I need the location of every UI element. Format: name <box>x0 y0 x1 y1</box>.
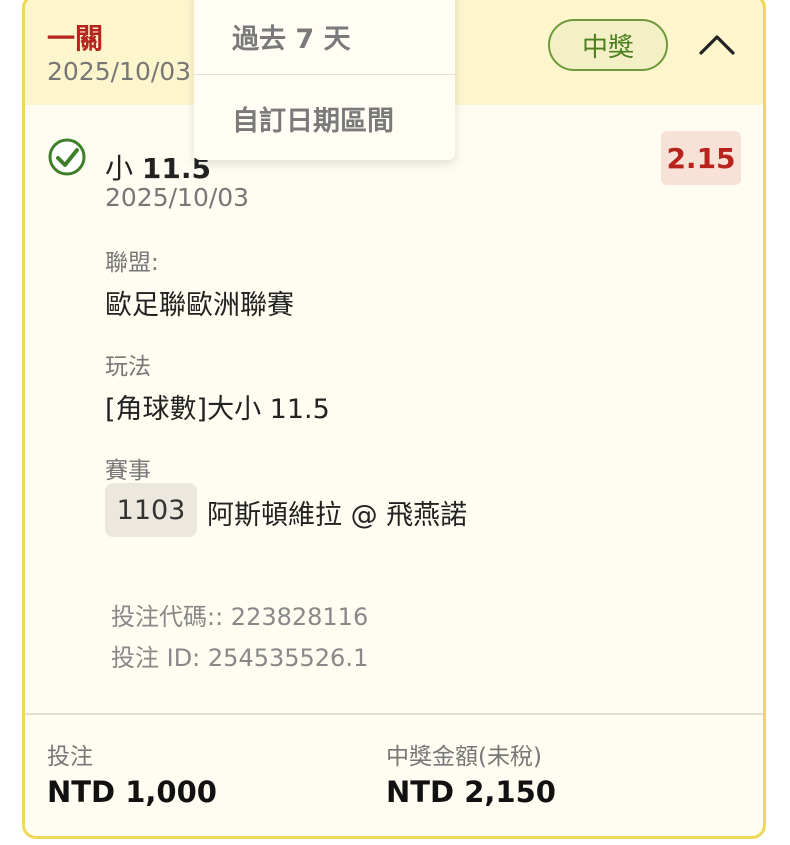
event-label: 賽事 <box>105 458 151 484</box>
payout-label: 中獎金額(未稅) <box>386 744 542 770</box>
collapse-button[interactable] <box>695 23 739 67</box>
selection-date: 2025/10/03 <box>105 183 250 212</box>
odds-badge: 2.15 <box>661 131 741 185</box>
bet-date: 2025/10/03 <box>47 57 192 86</box>
league-label: 聯盟: <box>105 250 159 276</box>
market-label: 玩法 <box>105 354 151 380</box>
stake-label: 投注 <box>47 744 93 770</box>
dropdown-divider <box>194 74 455 75</box>
selection-prefix: 小 <box>105 152 134 185</box>
bet-code: 投注代碼:: 223828116 <box>111 603 369 631</box>
check-circle-icon <box>48 138 86 176</box>
date-range-dropdown: 過去 7 天 自訂日期區間 <box>194 0 455 160</box>
status-badge: 中獎 <box>548 19 668 71</box>
chevron-up-icon <box>699 35 735 55</box>
league-value: 歐足聯歐洲聯賽 <box>105 290 294 321</box>
bet-type-label: 一關 <box>47 22 104 55</box>
event-name: 阿斯頓維拉 @ 飛燕諾 <box>207 500 468 531</box>
dropdown-item-last-7-days[interactable]: 過去 7 天 <box>194 0 455 76</box>
market-value: [角球數]大小 11.5 <box>105 394 330 425</box>
bet-id: 投注 ID: 254535526.1 <box>111 644 369 672</box>
event-code-badge: 1103 <box>105 483 197 537</box>
payout-value: NTD 2,150 <box>386 775 556 809</box>
dropdown-item-custom-range[interactable]: 自訂日期區間 <box>194 78 455 158</box>
footer-divider <box>25 713 763 715</box>
stake-value: NTD 1,000 <box>47 775 217 809</box>
